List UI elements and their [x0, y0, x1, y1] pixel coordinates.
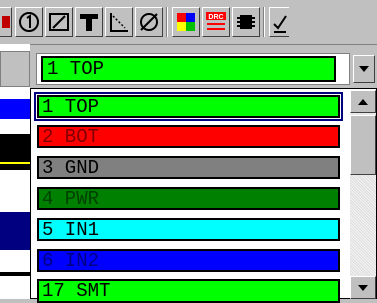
- edit-shape-icon: [49, 13, 69, 31]
- partial-toolbar-button[interactable]: [0, 7, 12, 37]
- color-palette-icon: [177, 13, 195, 31]
- layer-item-smt[interactable]: 17 SMT: [37, 279, 340, 303]
- component-icon: [237, 15, 255, 29]
- diameter-button[interactable]: [135, 7, 163, 37]
- layer-item-in1[interactable]: 5 IN1: [37, 218, 340, 241]
- combo-dropdown-button[interactable]: [353, 55, 375, 83]
- scrollbar-thumb[interactable]: [350, 115, 376, 175]
- scroll-down-button[interactable]: [350, 276, 376, 299]
- layer-combo-value[interactable]: 1 TOP: [41, 56, 336, 82]
- checklist-button[interactable]: [269, 7, 289, 37]
- component-button[interactable]: [232, 7, 260, 37]
- toolbar: DRC: [0, 0, 377, 45]
- layer-item-label: 1 TOP: [42, 96, 100, 118]
- layer-item-top[interactable]: 1 TOP: [34, 92, 343, 121]
- chevron-up-icon: [358, 98, 368, 105]
- layer-item-in2[interactable]: 6 IN2: [37, 249, 340, 272]
- svg-text:DRC: DRC: [208, 14, 223, 21]
- checklist-icon: [272, 15, 287, 33]
- strip-blue-band: [0, 99, 30, 119]
- layer-one-button[interactable]: [15, 7, 43, 37]
- partial-icon: [1, 16, 10, 28]
- diameter-icon: [140, 13, 158, 31]
- strip-trace: [0, 272, 30, 276]
- layer-item-pwr[interactable]: 4 PWR: [37, 187, 340, 210]
- layer-colors-button[interactable]: [172, 7, 200, 37]
- strip-yellow-trace: [0, 162, 30, 170]
- toolbar-separator-2: [263, 7, 265, 37]
- dimension-icon: [110, 13, 128, 32]
- layer-item-label: 6 IN2: [42, 250, 100, 272]
- drc-icon: DRC: [206, 12, 226, 30]
- chevron-down-icon: [359, 66, 369, 72]
- layer-item-gnd[interactable]: 3 GND: [37, 156, 340, 179]
- chevron-down-icon: [358, 284, 368, 291]
- dimension-button[interactable]: [105, 7, 133, 37]
- layer-item-label: 5 IN1: [42, 219, 100, 241]
- text-button[interactable]: [75, 7, 103, 37]
- layer-item-label: 3 GND: [42, 157, 100, 179]
- layer-item-label: 2 BOT: [42, 126, 100, 148]
- strip-panel: [0, 51, 30, 87]
- toolbar-separator: [166, 7, 168, 37]
- layer-item-label: 4 PWR: [42, 188, 100, 210]
- drc-button[interactable]: DRC: [202, 7, 230, 37]
- layer-item-bot[interactable]: 2 BOT: [37, 125, 340, 148]
- text-icon: [80, 14, 98, 31]
- layer-one-icon: [19, 12, 39, 32]
- underlying-window-strip: [0, 44, 30, 299]
- scroll-up-button[interactable]: [350, 90, 376, 113]
- strip-black-band: [0, 134, 30, 162]
- strip-navy-band: [0, 212, 30, 250]
- edit-shape-button[interactable]: [45, 7, 73, 37]
